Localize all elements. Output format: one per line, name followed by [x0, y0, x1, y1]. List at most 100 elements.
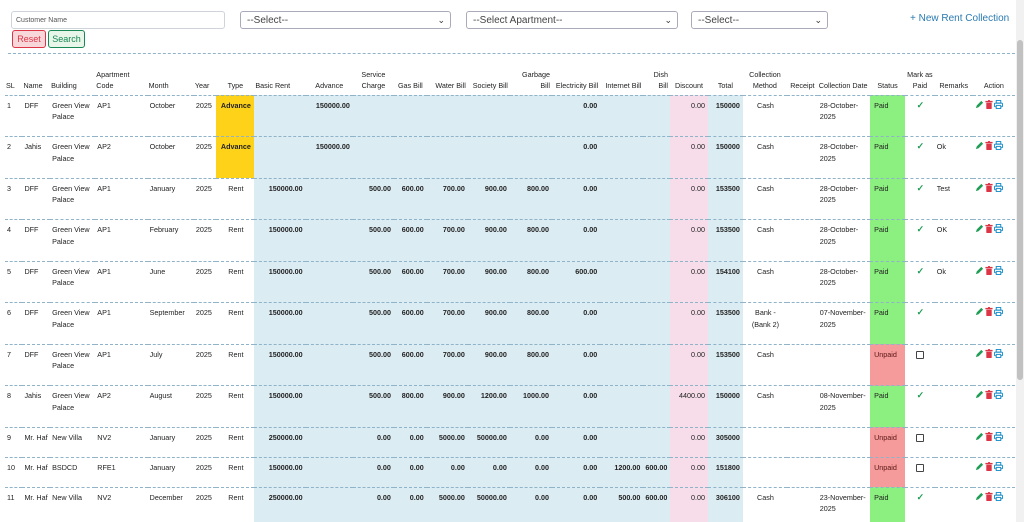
column-header: Action — [972, 56, 1015, 96]
trash-icon[interactable] — [985, 307, 993, 316]
discount-cell: 4400.00 — [670, 385, 708, 428]
apartment-code-cell: AP1 — [95, 344, 148, 386]
printer-icon[interactable] — [993, 348, 1003, 358]
printer-icon[interactable] — [993, 461, 1003, 471]
mark-as-paid-cell[interactable]: ✓ — [905, 219, 935, 262]
basic-rent-cell — [254, 136, 306, 179]
mark-as-paid-cell[interactable]: ✓ — [905, 302, 935, 345]
pencil-icon[interactable] — [975, 432, 984, 441]
mark-as-paid-cell[interactable]: ✓ — [905, 487, 935, 522]
customer-name-input[interactable] — [11, 11, 225, 29]
building-cell: New Villa — [50, 427, 96, 458]
printer-icon[interactable] — [993, 224, 1003, 233]
remarks-cell — [934, 427, 973, 458]
mark-as-paid-cell[interactable]: ✓ — [905, 385, 935, 428]
table-row[interactable]: 1 DFF Green View Palace AP1 October 2025 Advan… — [5, 95, 1015, 137]
pencil-icon[interactable] — [975, 390, 984, 399]
service-charge-cell: 500.00 — [352, 344, 394, 386]
mark-as-paid-cell[interactable] — [905, 427, 935, 458]
pencil-icon[interactable] — [975, 349, 984, 358]
column-header: Electricity Bill — [551, 56, 601, 96]
action-cell — [972, 344, 1015, 386]
receipt-cell — [786, 302, 818, 345]
pencil-icon[interactable] — [975, 183, 984, 192]
status-cell: Paid — [870, 261, 905, 303]
search-button[interactable]: Search — [48, 30, 85, 48]
type-cell: Rent — [216, 487, 255, 522]
mark-paid-checkbox[interactable] — [916, 433, 925, 442]
new-rent-collection-link[interactable]: + New Rent Collection — [910, 13, 1009, 24]
mark-as-paid-cell[interactable]: ✓ — [905, 178, 935, 220]
trash-icon[interactable] — [985, 491, 993, 501]
column-header: Collection Date — [817, 56, 871, 96]
gas-bill-cell: 600.00 — [393, 178, 427, 220]
table-row[interactable]: 4 DFF Green View Palace AP1 February 2025 Rent… — [5, 219, 1015, 262]
printer-icon[interactable] — [993, 182, 1003, 192]
trash-icon[interactable] — [985, 182, 993, 192]
apartment-select[interactable]: --Select Apartment-- ⌄ — [466, 11, 678, 29]
action-cell — [972, 427, 1015, 458]
reset-button[interactable]: Reset — [12, 30, 46, 48]
filter-select-1[interactable]: --Select-- ⌄ — [240, 11, 451, 29]
pencil-icon[interactable] — [975, 266, 984, 275]
trash-icon[interactable] — [985, 461, 993, 471]
printer-icon[interactable] — [993, 141, 1003, 150]
printer-icon[interactable] — [993, 307, 1003, 316]
trash-icon[interactable] — [985, 390, 993, 399]
building-cell: New Villa — [50, 487, 96, 522]
scrollbar-thumb[interactable] — [1017, 40, 1023, 380]
trash-icon[interactable] — [985, 99, 993, 109]
table-row[interactable]: 5 DFF Green View Palace AP1 June 2025 Rent 1500… — [5, 261, 1015, 303]
trash-icon[interactable] — [985, 348, 993, 358]
vertical-scrollbar[interactable] — [1016, 0, 1024, 522]
printer-icon[interactable] — [993, 431, 1003, 441]
table-row[interactable]: 11 Mr. Haf New Villa NV2 December 2025 Rent 250… — [5, 487, 1015, 522]
check-icon: ✓ — [916, 307, 925, 317]
column-header: Advance — [305, 56, 353, 96]
mark-as-paid-cell[interactable]: ✓ — [905, 261, 935, 303]
mark-paid-checkbox[interactable] — [916, 463, 925, 472]
table-row[interactable]: 3 DFF Green View Palace AP1 January 2025 Rent 1… — [5, 178, 1015, 220]
collection-method-cell — [742, 457, 787, 488]
pencil-icon[interactable] — [975, 100, 984, 109]
total-cell: 154100 — [707, 261, 743, 303]
pencil-icon[interactable] — [975, 492, 984, 501]
pencil-icon[interactable] — [975, 141, 984, 150]
pencil-icon[interactable] — [975, 224, 984, 233]
mark-as-paid-cell[interactable]: ✓ — [905, 95, 935, 137]
service-charge-cell — [352, 136, 394, 179]
trash-icon[interactable] — [985, 431, 993, 441]
printer-icon[interactable] — [993, 99, 1003, 109]
column-header: Apartment Code — [95, 56, 148, 96]
name-cell: DFF — [22, 178, 51, 220]
table-row[interactable]: 2 Jahis Green View Palace AP2 October 2025 Adv… — [5, 136, 1015, 179]
collection-method-cell: Cash — [742, 261, 787, 303]
table-row[interactable]: 8 Jahis Green View Palace AP2 August 2025 Rent… — [5, 385, 1015, 428]
check-icon: ✓ — [916, 99, 925, 110]
garbage-bill-cell: 0.00 — [509, 487, 552, 522]
name-cell: Mr. Haf — [22, 487, 51, 522]
check-icon: ✓ — [916, 182, 925, 193]
table-row[interactable]: 9 Mr. Haf New Villa NV2 January 2025 Rent 25000… — [5, 427, 1015, 458]
mark-as-paid-cell[interactable] — [905, 344, 935, 386]
printer-icon[interactable] — [993, 265, 1003, 275]
collection-method-cell: Bank - (Bank 2) — [742, 302, 787, 345]
column-header: Garbage Bill — [509, 56, 552, 96]
printer-icon[interactable] — [993, 390, 1003, 399]
table-row[interactable]: 7 DFF Green View Palace AP1 July 2025 Rent 1500… — [5, 344, 1015, 386]
mark-as-paid-cell[interactable] — [905, 457, 935, 488]
printer-icon[interactable] — [993, 491, 1003, 501]
trash-icon[interactable] — [985, 265, 993, 275]
trash-icon[interactable] — [985, 224, 993, 233]
table-row[interactable]: 10 Mr. Haf BSDCD RFE1 January 2025 Rent 150000.… — [5, 457, 1015, 488]
water-bill-cell: 700.00 — [426, 302, 468, 345]
mark-paid-checkbox[interactable] — [916, 350, 925, 359]
table-row[interactable]: 6 DFF Green View Palace AP1 September 2025 Ren… — [5, 302, 1015, 345]
filter-select-3[interactable]: --Select-- ⌄ — [691, 11, 828, 29]
mark-as-paid-cell[interactable]: ✓ — [905, 136, 935, 179]
year-cell: 2025 — [193, 95, 217, 137]
pencil-icon[interactable] — [975, 462, 984, 471]
electricity-bill-cell: 0.00 — [551, 457, 601, 488]
pencil-icon[interactable] — [975, 307, 984, 316]
trash-icon[interactable] — [985, 141, 993, 150]
